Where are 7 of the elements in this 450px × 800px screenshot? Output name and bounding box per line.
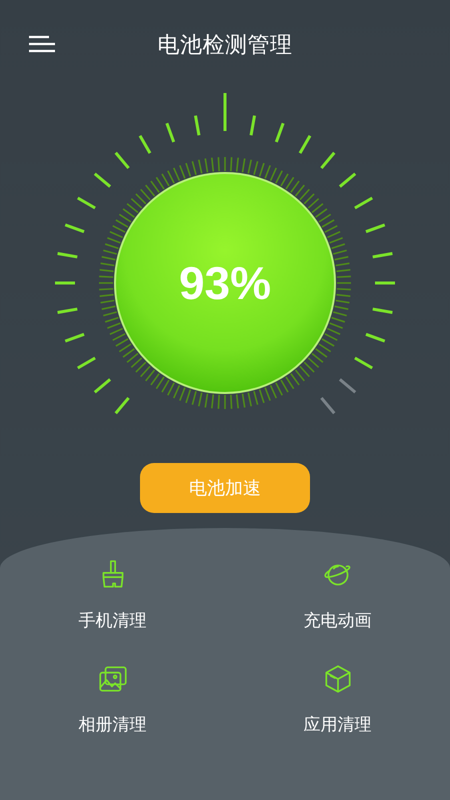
page-title: 电池检测管理 [157, 30, 293, 58]
feature-tile[interactable]: 充电动画 [225, 558, 450, 634]
feature-tile[interactable]: 手机清理 [0, 558, 225, 634]
feature-tile[interactable]: 应用清理 [225, 662, 450, 737]
battery-percentage: 93% [178, 256, 272, 310]
feature-tile[interactable]: 相册清理 [0, 662, 225, 737]
menu-icon[interactable] [28, 35, 56, 53]
